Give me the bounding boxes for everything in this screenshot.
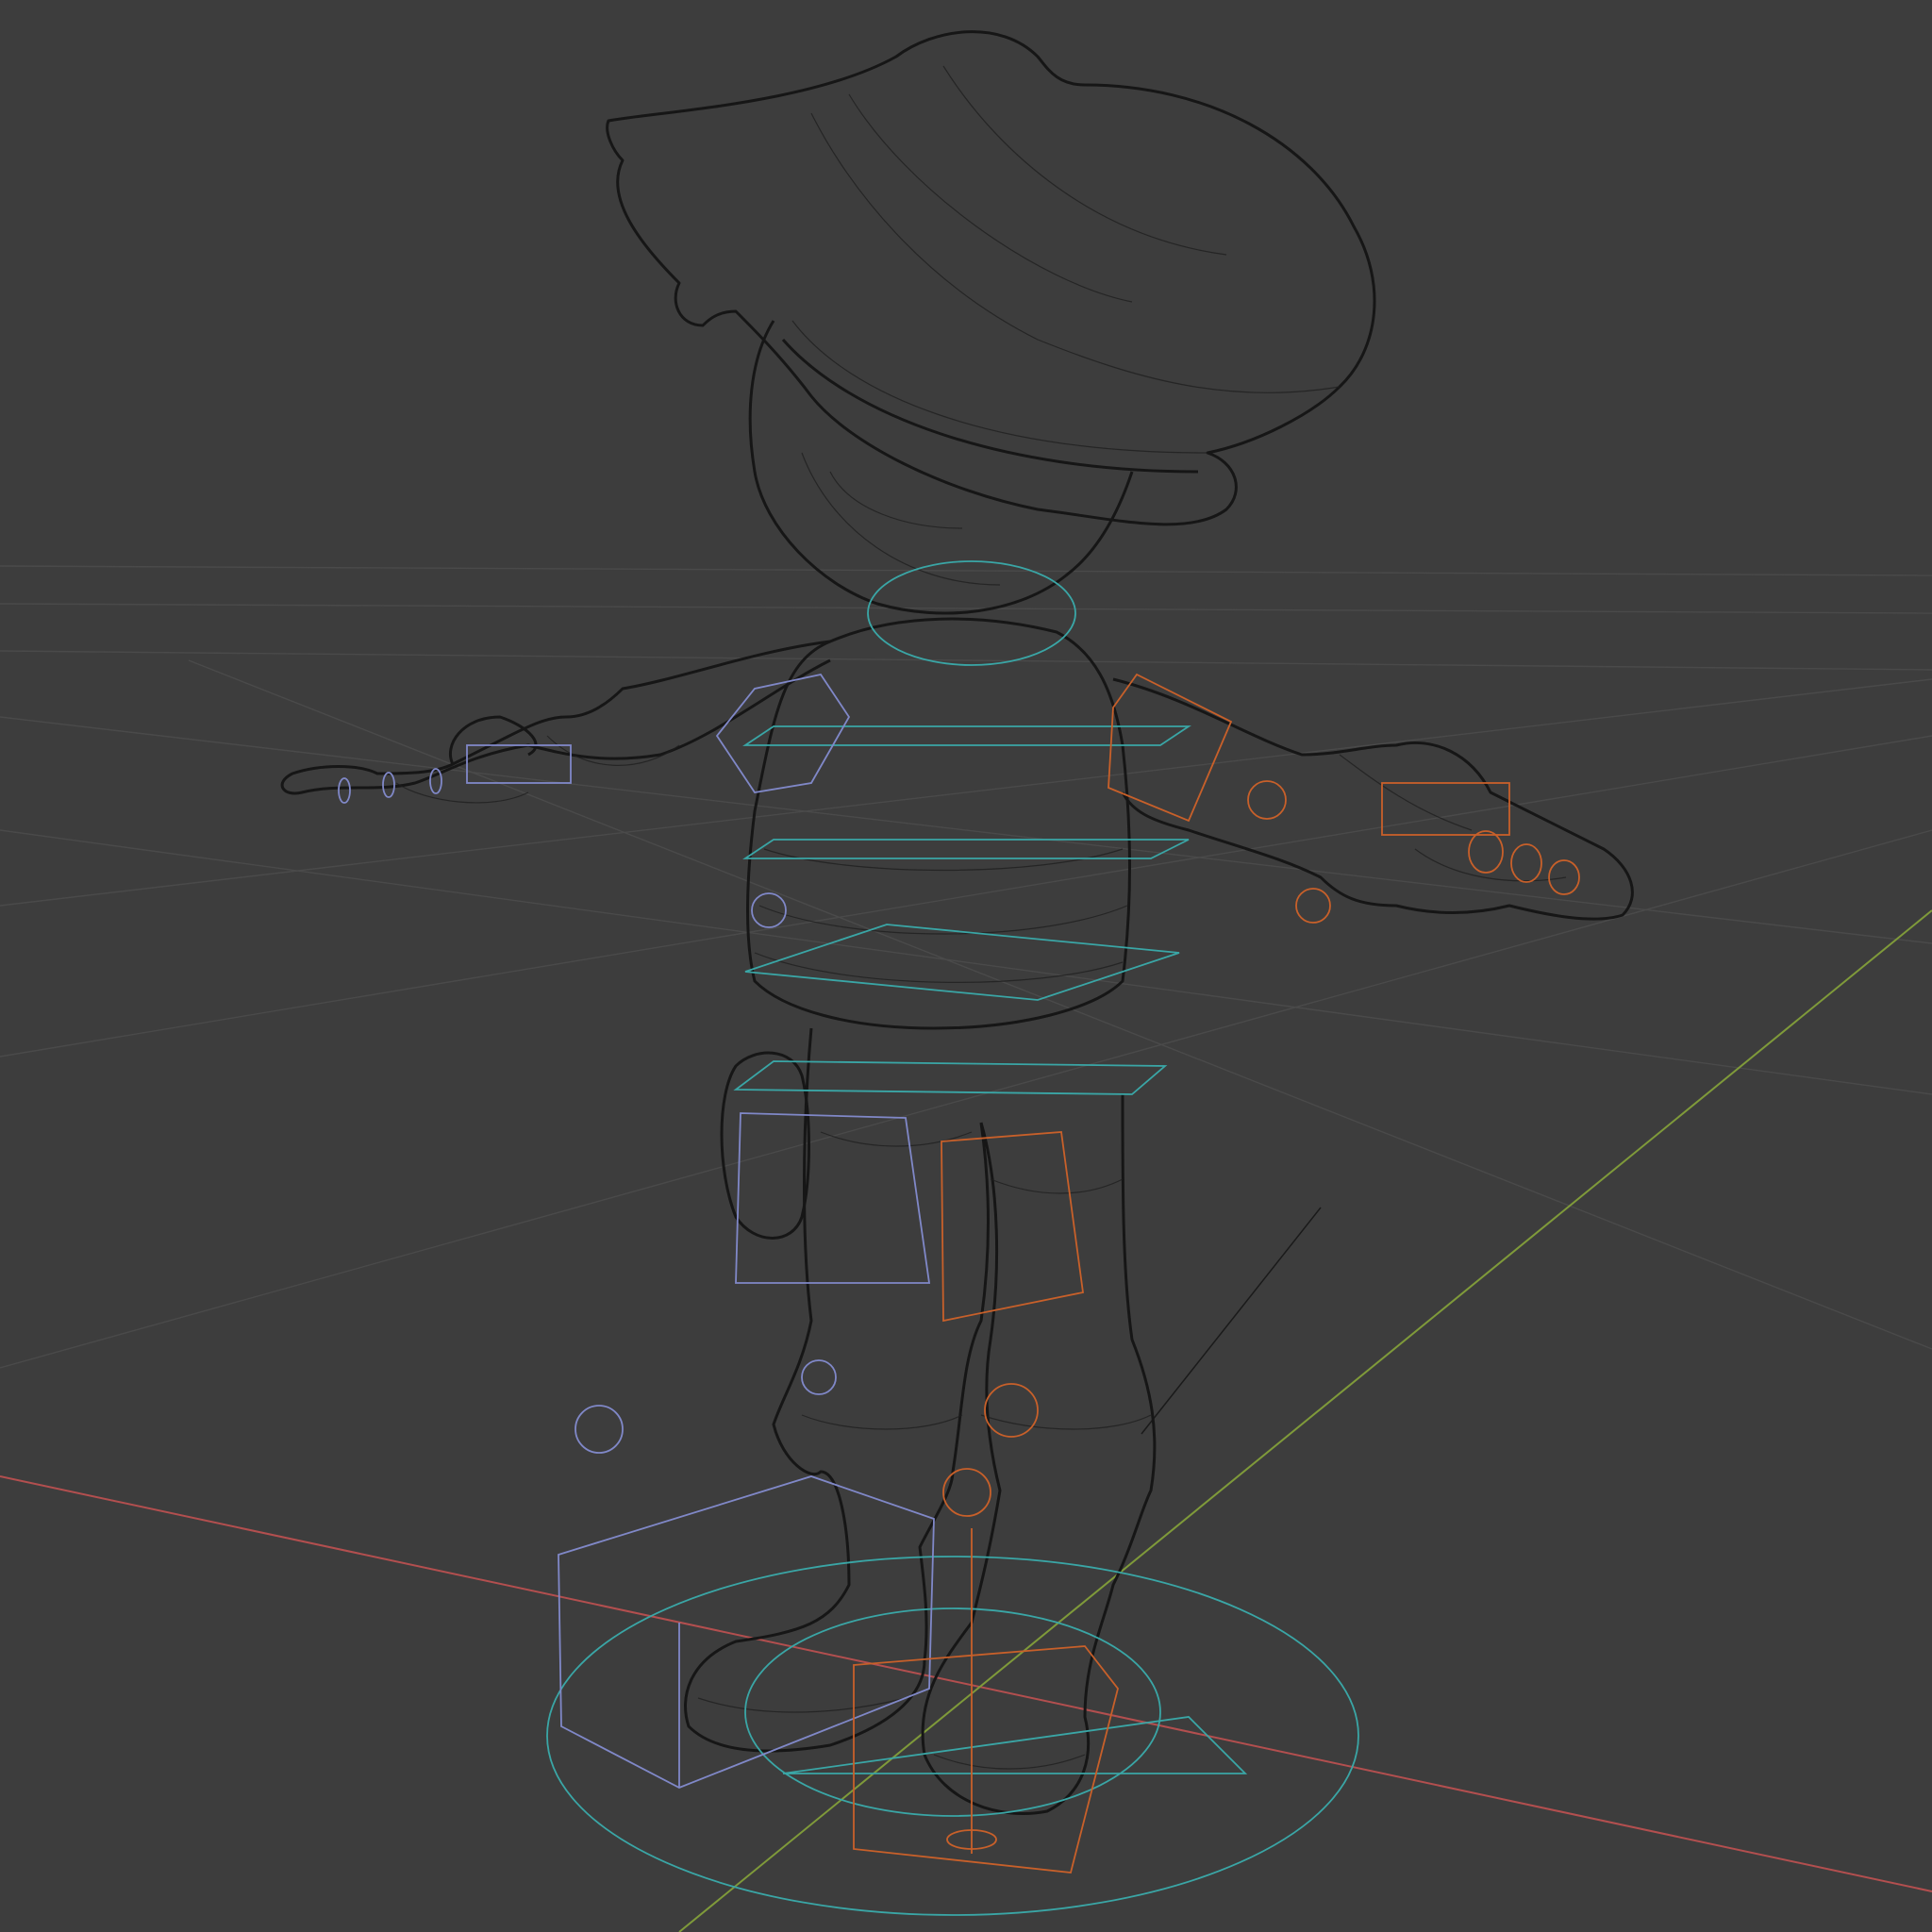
left-arm-mesh [280, 640, 831, 795]
y-axis-line [678, 909, 1932, 1932]
right-shin-control[interactable] [941, 1131, 1085, 1323]
left-foot-control[interactable] [558, 1475, 935, 1789]
3d-viewport[interactable] [0, 0, 1932, 1932]
hat-mesh [606, 30, 1376, 526]
right-knee-control[interactable] [984, 1383, 1039, 1438]
root-control[interactable] [546, 1556, 1359, 1916]
x-axis-line [0, 1475, 1932, 1892]
left-elbow-control[interactable] [751, 892, 787, 928]
neck-control[interactable] [867, 560, 1076, 666]
wireframe-mesh[interactable] [280, 30, 1634, 1815]
left-knee-control[interactable] [801, 1359, 837, 1395]
right-wrist-control[interactable] [1295, 888, 1331, 924]
right-foot-control[interactable] [853, 1645, 1119, 1874]
floor-grid [0, 565, 1932, 1369]
rig-controls[interactable] [338, 560, 1580, 1916]
right-elbow-control[interactable] [1247, 780, 1287, 820]
left-knee-pole-control[interactable] [575, 1405, 624, 1454]
left-thigh-control[interactable] [735, 1112, 931, 1284]
legs-mesh [684, 1027, 1157, 1815]
hips-control[interactable] [733, 1060, 1168, 1095]
camera-guide-line [1141, 1207, 1322, 1435]
right-knee-pole-control[interactable] [942, 1468, 991, 1517]
holster-mesh [720, 1051, 810, 1240]
torso-mesh [746, 617, 1131, 1030]
